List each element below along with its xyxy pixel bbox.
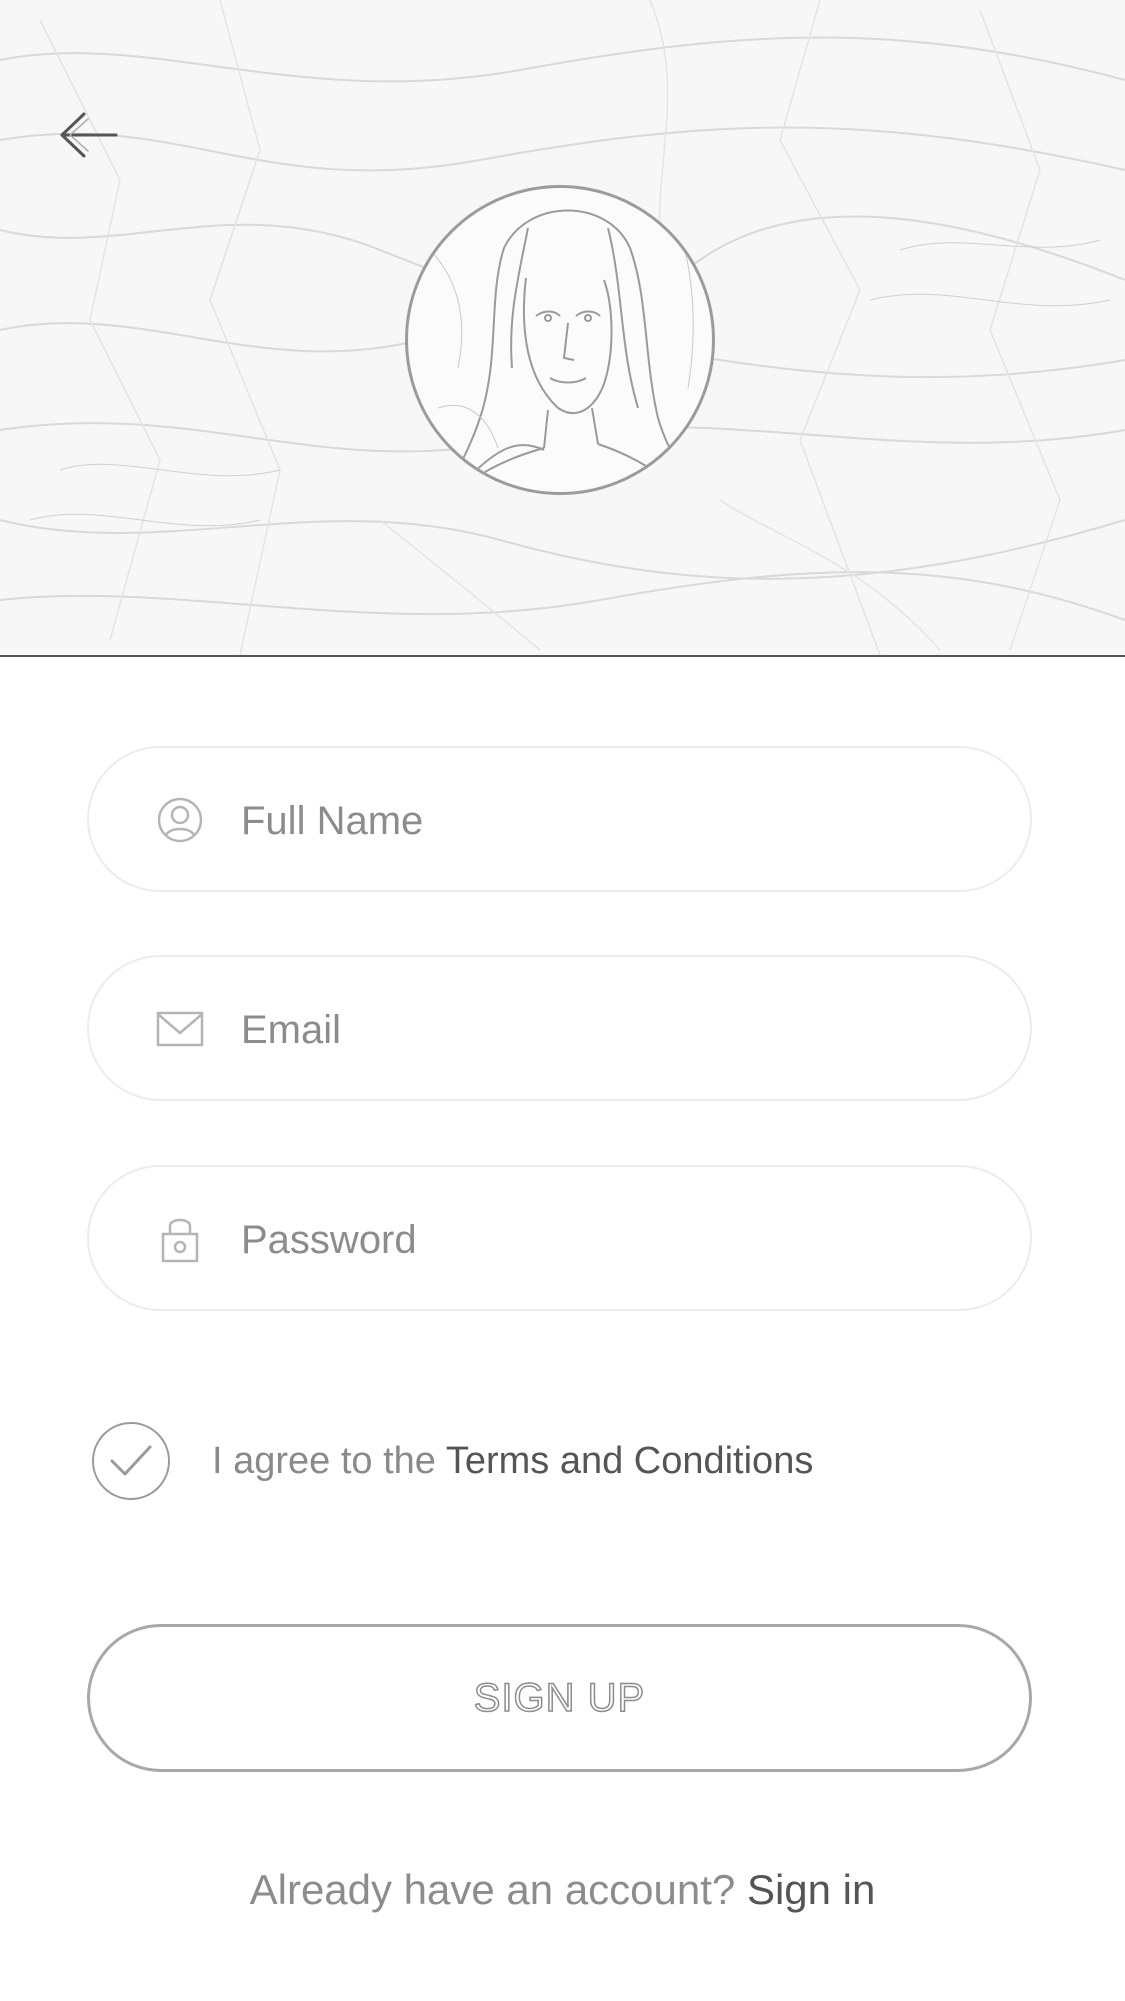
- sign-in-prompt-text: Already have an account?: [249, 1866, 747, 1913]
- password-field[interactable]: [87, 1165, 1032, 1311]
- lock-icon: [153, 1212, 207, 1266]
- avatar: [405, 185, 715, 495]
- password-input[interactable]: [241, 1205, 941, 1275]
- email-field[interactable]: [87, 955, 1032, 1101]
- full-name-input[interactable]: [241, 786, 941, 856]
- email-input[interactable]: [241, 995, 941, 1065]
- terms-and-conditions-link[interactable]: Terms and Conditions: [446, 1440, 814, 1482]
- terms-label: I agree to the Terms and Conditions: [212, 1436, 813, 1486]
- arrow-left-icon: [60, 112, 118, 158]
- sign-in-prompt: Already have an account? Sign in: [0, 1862, 1125, 1918]
- header-background: [0, 0, 1125, 657]
- sign-up-button[interactable]: SIGN UP: [87, 1624, 1032, 1772]
- terms-prefix: I agree to the: [212, 1440, 446, 1482]
- sign-in-link[interactable]: Sign in: [747, 1866, 875, 1913]
- terms-checkbox[interactable]: [92, 1422, 170, 1500]
- full-name-field[interactable]: [87, 746, 1032, 892]
- back-button[interactable]: [48, 100, 128, 170]
- envelope-icon: [153, 1002, 207, 1056]
- user-icon: [153, 793, 207, 847]
- profile-photo: [427, 209, 699, 492]
- checkmark-icon: [110, 1445, 152, 1476]
